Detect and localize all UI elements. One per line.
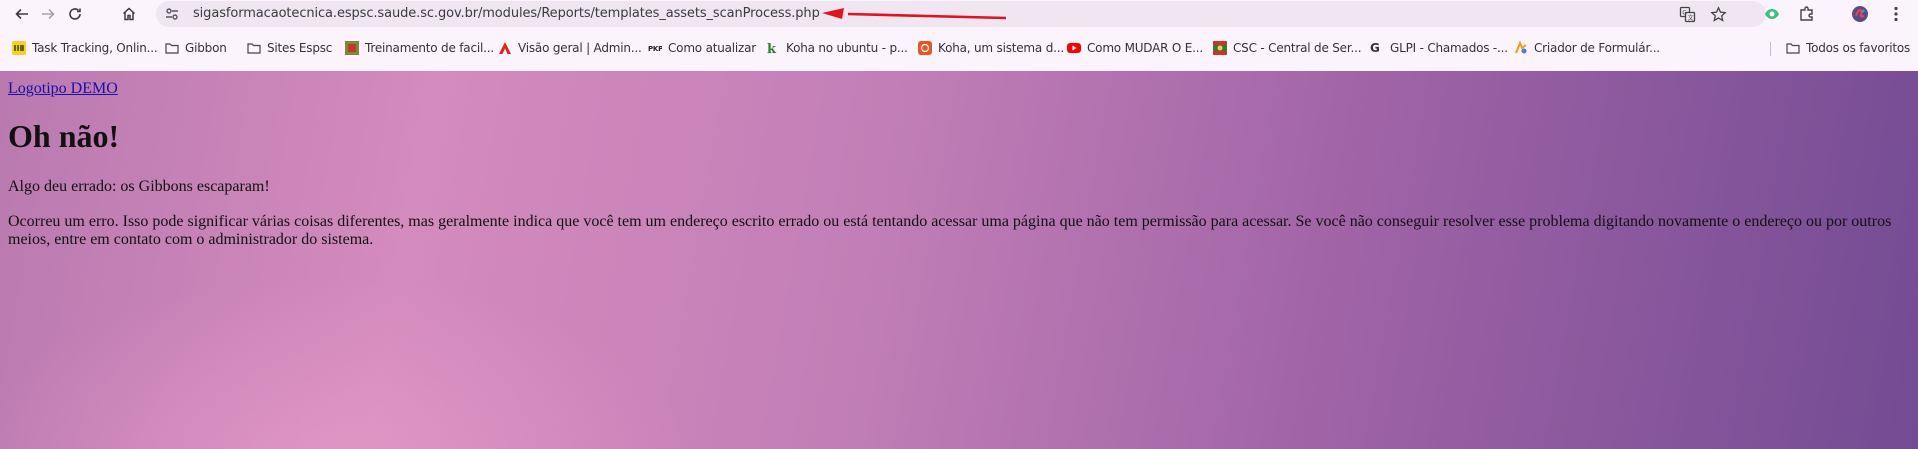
svg-text:文: 文	[1688, 14, 1694, 22]
folder-icon	[165, 43, 179, 54]
profile-avatar-icon[interactable]	[1850, 4, 1870, 24]
svg-text:G: G	[1370, 41, 1380, 55]
admin-icon	[499, 42, 511, 54]
svg-text:G: G	[1682, 10, 1687, 17]
bookmark-item[interactable]: Treinamento de facil...	[345, 40, 494, 56]
home-button[interactable]	[118, 3, 140, 25]
bookmarks-separator	[1770, 42, 1771, 56]
url-text[interactable]: sigasformacaotecnica.espsc.saude.sc.gov.…	[193, 6, 820, 21]
bookmark-label: Treinamento de facil...	[365, 41, 494, 55]
error-page: Logotipo DEMO Oh não! Algo deu errado: o…	[0, 71, 1918, 449]
bookmark-item[interactable]: Sites Espsc	[247, 40, 332, 56]
folder-icon	[247, 43, 261, 54]
annotation-arrow-icon	[822, 8, 1007, 20]
extension-eye-icon[interactable]	[1762, 4, 1782, 24]
bookmark-label: Gibbon	[185, 41, 227, 55]
extensions-puzzle-icon[interactable]	[1797, 4, 1817, 24]
bookmark-label: CSC - Central de Ser...	[1233, 41, 1362, 55]
logo-link[interactable]: Logotipo DEMO	[8, 80, 118, 98]
arrow-left-icon	[15, 8, 28, 20]
bookmark-label: Como atualizar	[668, 41, 757, 55]
youtube-icon	[1067, 43, 1081, 53]
all-bookmarks-button[interactable]: Todos os favoritos	[1786, 40, 1910, 56]
reload-icon	[69, 8, 81, 20]
bookmark-label: Task Tracking, Onlin...	[32, 41, 158, 55]
bookmarks-bar: Task Tracking, Onlin... Gibbon Sites Esp…	[0, 36, 1918, 60]
bookmark-item[interactable]: Task Tracking, Onlin...	[12, 40, 158, 56]
pkp-icon: PKP	[648, 45, 662, 53]
arrow-right-icon	[42, 8, 55, 20]
task-tracking-icon	[12, 41, 26, 55]
site-settings-icon[interactable]	[164, 6, 180, 22]
csc-icon	[1213, 41, 1227, 55]
browser-toolbar: sigasformacaotecnica.espsc.saude.sc.gov.…	[0, 0, 1918, 28]
bookmark-item[interactable]: Como MUDAR O E...	[1067, 40, 1203, 56]
bookmark-label: Como MUDAR O E...	[1087, 41, 1203, 55]
reload-button[interactable]	[64, 3, 86, 25]
bookmark-item[interactable]: PKP Como atualizar	[648, 40, 756, 56]
back-button[interactable]	[11, 3, 33, 25]
bookmark-item[interactable]: G GLPI - Chamados -...	[1370, 40, 1508, 56]
koha-icon: k	[767, 42, 777, 55]
logo-alt-text: Logotipo DEMO	[8, 80, 118, 97]
error-subtitle: Algo deu errado: os Gibbons escaparam!	[8, 178, 270, 195]
bookmark-label: Sites Espsc	[267, 41, 333, 55]
bookmark-label: Criador de Formulár...	[1534, 41, 1660, 55]
bookmark-item[interactable]: CSC - Central de Ser...	[1213, 40, 1362, 56]
bookmark-label: Koha, um sistema d...	[938, 41, 1064, 55]
bookmark-item[interactable]: Gibbon	[165, 40, 227, 56]
bookmark-item[interactable]: k Koha no ubuntu - p...	[766, 40, 908, 56]
training-icon	[345, 41, 359, 55]
translate-icon[interactable]: G 文	[1679, 6, 1696, 23]
bookmark-label: GLPI - Chamados -...	[1390, 41, 1508, 55]
bookmark-item[interactable]: Criador de Formulár...	[1514, 40, 1660, 56]
star-icon[interactable]	[1710, 6, 1727, 23]
forms-icon	[1515, 41, 1527, 54]
all-bookmarks-label: Todos os favoritos	[1806, 41, 1911, 55]
error-message: Ocorreu um erro. Isso pode significar vá…	[8, 213, 1892, 248]
bookmarks-gap	[0, 60, 1918, 71]
bookmark-item[interactable]: Visão geral | Admin...	[498, 40, 642, 56]
home-icon	[122, 7, 136, 21]
page-title: Oh não!	[8, 118, 120, 154]
forward-button[interactable]	[37, 3, 59, 25]
ubuntu-icon	[918, 41, 932, 55]
bookmark-label: Visão geral | Admin...	[518, 41, 642, 55]
background-glow	[0, 71, 1918, 449]
svg-text:PKP: PKP	[648, 45, 662, 53]
bookmark-item[interactable]: Koha, um sistema d...	[918, 40, 1064, 56]
bookmark-label: Koha no ubuntu - p...	[786, 41, 908, 55]
menu-kebab-icon[interactable]	[1886, 4, 1906, 24]
svg-text:k: k	[767, 42, 777, 55]
glpi-icon: G	[1370, 41, 1380, 55]
toolbar-gap	[0, 28, 1918, 36]
folder-icon	[1786, 43, 1800, 54]
